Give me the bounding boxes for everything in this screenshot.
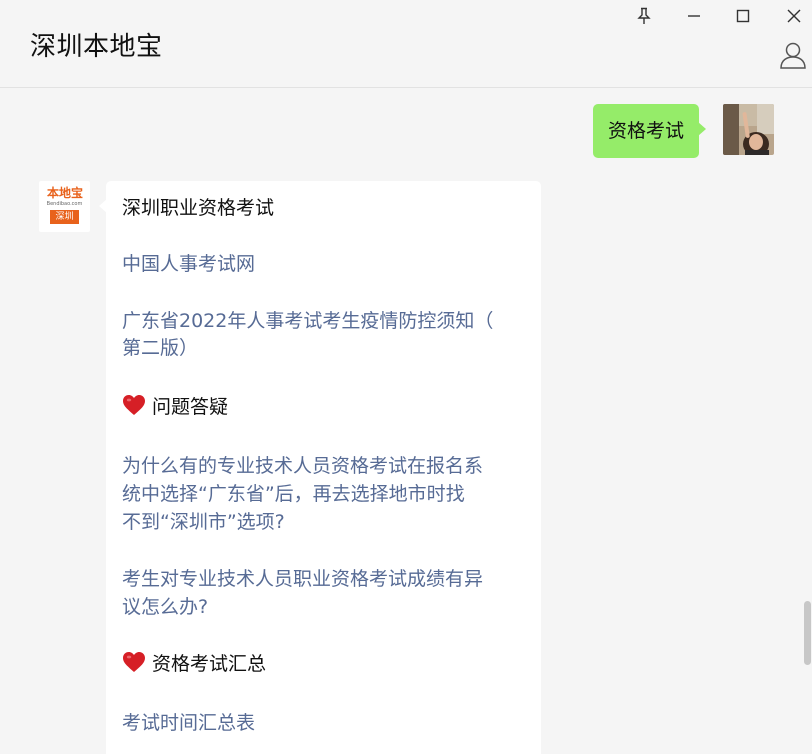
red-heart-icon xyxy=(123,395,145,415)
link-faq-question1-line1[interactable]: 为什么有的专业技术人员资格考试在报名系 xyxy=(122,452,532,481)
my-avatar[interactable] xyxy=(723,104,774,155)
scrollbar-thumb[interactable] xyxy=(804,601,811,665)
title-bar: 深圳本地宝 xyxy=(0,0,812,88)
close-icon[interactable] xyxy=(782,4,806,28)
bendibao-logo: 本地宝 Bendibao.com 深圳 xyxy=(39,181,90,232)
chat-message-area[interactable]: 资格考试 本地宝 Bendibao.com 深圳 深圳职业资格考试 中国人事考试… xyxy=(0,89,812,754)
link-epidemic-notice-line2[interactable]: 第二版） xyxy=(122,334,532,363)
account-avatar[interactable]: 本地宝 Bendibao.com 深圳 xyxy=(39,181,90,232)
maximize-icon[interactable] xyxy=(731,4,755,28)
logo-brand-text: 本地宝 xyxy=(46,186,83,200)
section-heading-exam-summary: 资格考试汇总 xyxy=(122,650,532,679)
account-message-bubble: 深圳职业资格考试 中国人事考试网 广东省2022年人事考试考生疫情防控须知（ 第… xyxy=(99,181,541,754)
my-message-bubble[interactable]: 资格考试 xyxy=(593,104,707,158)
chat-title: 深圳本地宝 xyxy=(30,32,163,62)
link-faq-question1-line2[interactable]: 统中选择“广东省”后，再去选择地市时找 xyxy=(122,480,532,509)
faq-heading-text: 问题答疑 xyxy=(152,396,229,418)
minimize-icon[interactable] xyxy=(682,4,706,28)
link-faq-question2-line2[interactable]: 议怎么办? xyxy=(122,593,532,622)
logo-sub-text: Bendibao.com xyxy=(46,201,83,207)
link-faq-question2-line1[interactable]: 考生对专业技术人员职业资格考试成绩有异 xyxy=(122,565,532,594)
link-china-personnel-exam-site[interactable]: 中国人事考试网 xyxy=(122,250,532,279)
red-heart-icon xyxy=(123,652,145,672)
link-epidemic-notice-line1[interactable]: 广东省2022年人事考试考生疫情防控须知（ xyxy=(122,307,532,336)
message-title: 深圳职业资格考试 xyxy=(122,197,275,219)
section-heading-faq: 问题答疑 xyxy=(122,393,532,422)
link-exam-schedule-table[interactable]: 考试时间汇总表 xyxy=(122,709,532,738)
link-faq-question1-line3[interactable]: 不到“深圳市”选项? xyxy=(122,508,532,537)
exam-summary-heading-text: 资格考试汇总 xyxy=(152,653,267,675)
pin-icon[interactable] xyxy=(632,4,656,28)
logo-badge: 深圳 xyxy=(50,210,79,224)
person-icon[interactable] xyxy=(778,40,808,70)
